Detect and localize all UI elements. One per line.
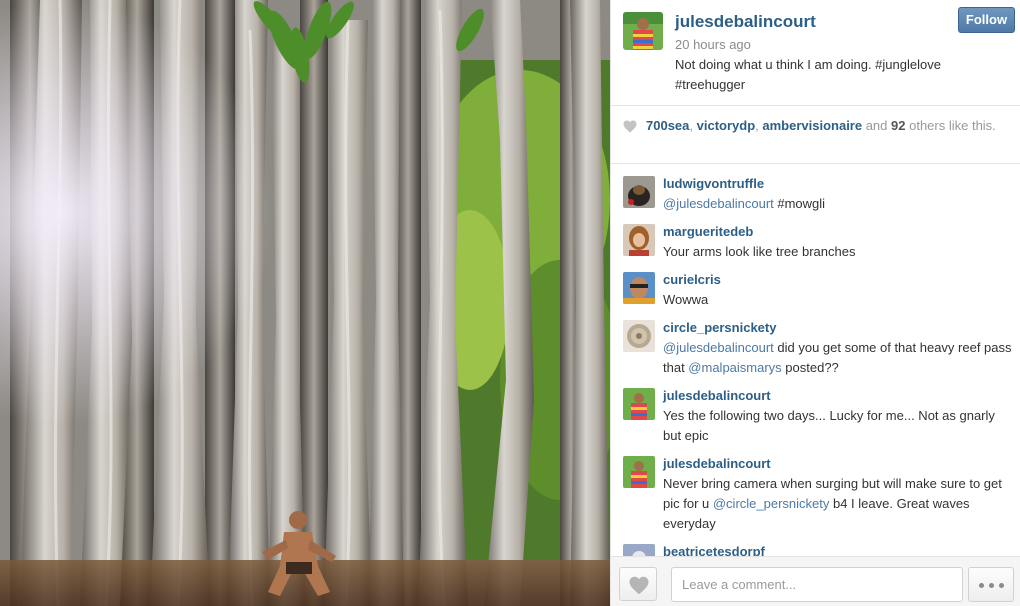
commenter-username[interactable]: ludwigvontruffle [663,176,764,191]
heart-icon [629,576,649,595]
liker-username[interactable]: 700sea [646,118,689,133]
post-photo[interactable] [0,0,610,606]
comment-text: Never bring camera when surging but will… [663,474,1013,534]
likes-section: 700sea, victorydp, ambervisionaire and 9… [611,106,1020,164]
post-header: julesdebalincourt 20 hours ago Not doing… [611,0,1020,106]
comment-body: posted?? [781,360,839,375]
post-timestamp: 20 hours ago [675,37,751,52]
commenter-username[interactable]: margueritedeb [663,224,753,239]
likes-text: 700sea, victorydp, ambervisionaire and 9… [646,118,996,134]
more-dots-icon [989,583,994,588]
commenter-avatar-image [623,388,655,420]
comment-text: Your arms look like tree branches [663,244,856,259]
likes-others-text: others like this. [905,118,996,133]
mention-link[interactable]: @circle_persnickety [713,496,830,511]
commenter-username[interactable]: beatricetesdorpf [663,544,765,556]
commenter-avatar[interactable] [623,320,655,352]
commenter-avatar[interactable] [623,544,655,556]
commenter-avatar-image [623,544,655,556]
commenter-avatar[interactable] [623,388,655,420]
jungle-tree-image [0,0,610,606]
commenter-avatar[interactable] [623,456,655,488]
commenter-avatar[interactable] [623,272,655,304]
likes-others-count[interactable]: 92 [891,118,905,133]
likes-and-text: and [862,118,892,133]
more-dots-icon [979,583,984,588]
more-dots-icon [999,583,1004,588]
commenter-avatar-image [623,224,655,256]
likes-separator: , [689,118,697,133]
heart-icon [623,120,637,133]
commenter-avatar-image [623,320,655,352]
commenter-username[interactable]: julesdebalincourt [663,456,771,471]
follow-button[interactable]: Follow [958,7,1015,33]
author-avatar[interactable] [623,12,663,50]
commenter-username[interactable]: circle_persnickety [663,320,776,335]
comments-list[interactable]: ludwigvontruffle @julesdebalincourt #mow… [611,164,1020,556]
like-button[interactable] [619,567,657,601]
comment-text: @julesdebalincourt #mowgli [663,194,1013,214]
post-details-panel: julesdebalincourt 20 hours ago Not doing… [610,0,1020,606]
more-options-button[interactable] [968,567,1014,602]
comment-input[interactable] [671,567,963,602]
liker-username[interactable]: victorydp [697,118,756,133]
comment-text: Wowwa [663,292,709,307]
commenter-avatar[interactable] [623,224,655,256]
comment-bar [611,556,1020,606]
author-avatar-image [623,12,663,50]
post-caption: Not doing what u think I am doing. #jung… [675,57,941,92]
mention-link[interactable]: @malpaismarys [688,360,781,375]
commenter-avatar-image [623,176,655,208]
author-username[interactable]: julesdebalincourt [675,12,816,32]
comment-text: Yes the following two days... Lucky for … [663,408,995,443]
commenter-username[interactable]: julesdebalincourt [663,388,771,403]
commenter-avatar-image [623,272,655,304]
mention-link[interactable]: @julesdebalincourt [663,196,774,211]
commenter-username[interactable]: curielcris [663,272,721,287]
commenter-avatar-image [623,456,655,488]
commenter-avatar[interactable] [623,176,655,208]
comment-text: @julesdebalincourt did you get some of t… [663,338,1013,378]
comment-body: #mowgli [773,196,826,211]
liker-username[interactable]: ambervisionaire [762,118,862,133]
mention-link[interactable]: @julesdebalincourt [663,340,774,355]
